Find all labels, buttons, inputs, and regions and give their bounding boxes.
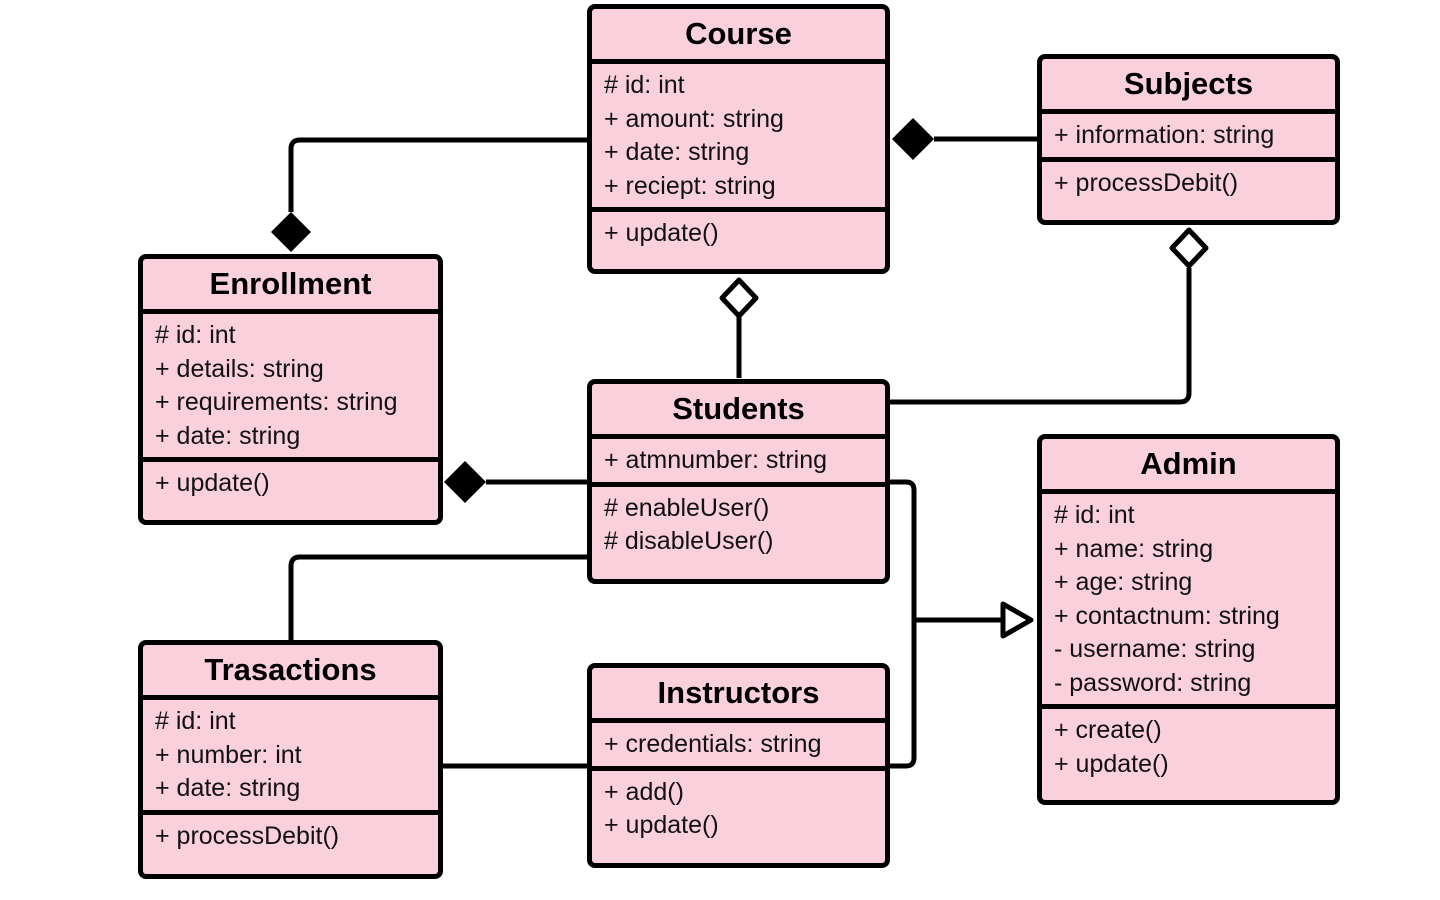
connector-students-trasactions [288,554,587,640]
methods-section: # enableUser() # disableUser() [592,481,885,563]
attribute: # id: int [155,707,236,735]
methods-section: + create() + update() [1042,704,1335,785]
aggregation-diamond-icon [719,277,759,319]
methods-section: + processDebit() [143,809,438,858]
method: + update() [155,469,270,497]
methods-section: + processDebit() [1042,156,1335,205]
attribute: + reciept: string [604,171,776,200]
attribute: + name: string [1054,534,1214,563]
method: + add() [604,777,684,806]
method: + processDebit() [155,821,340,850]
attributes-section: # id: int + details: string + requiremen… [143,314,438,457]
method: # disableUser() [604,527,774,555]
method: + create() [1054,716,1162,744]
method: + update() [604,811,719,839]
connector-course-enrollment [288,137,587,212]
class-title: Admin [1042,439,1335,494]
class-trasactions[interactable]: Trasactions # id: int + number: int + da… [138,640,443,879]
class-subjects[interactable]: Subjects + information: string + process… [1037,54,1340,225]
methods-section: + update() [592,207,885,255]
class-title: Students [592,384,885,439]
class-students[interactable]: Students + atmnumber: string # enableUse… [587,379,890,584]
attributes-section: + information: string [1042,114,1335,157]
attribute: + amount: string [604,104,784,133]
aggregation-diamond-icon [1169,227,1209,269]
attribute: + requirements: string [155,388,398,416]
methods-section: + update() [143,457,438,505]
composition-diamond-icon [892,118,934,160]
attribute: + credentials: string [604,730,822,758]
connector-students-admin [890,479,917,769]
attributes-section: # id: int + number: int + date: string [143,700,438,810]
class-course[interactable]: Course # id: int + amount: string + date… [587,4,890,274]
class-admin[interactable]: Admin # id: int + name: string + age: st… [1037,434,1340,805]
class-title: Enrollment [143,259,438,314]
composition-diamond-icon [444,461,486,503]
attribute: + atmnumber: string [604,446,828,474]
attributes-section: # id: int + name: string + age: string +… [1042,494,1335,704]
attribute: + date: string [155,774,301,802]
class-enrollment[interactable]: Enrollment # id: int + details: string +… [138,254,443,525]
methods-section: + add() + update() [592,765,885,847]
class-title: Trasactions [143,645,438,700]
attribute: - password: string [1054,668,1252,697]
class-title: Instructors [592,668,885,723]
attribute: + date: string [155,421,301,450]
method: + update() [1054,749,1169,778]
connector-students-subjects [890,268,1192,405]
method: # enableUser() [604,493,770,522]
attribute: + number: int [155,740,302,769]
attributes-section: + atmnumber: string [592,439,885,482]
method: + processDebit() [1054,168,1239,197]
attribute: + details: string [155,354,324,383]
attributes-section: + credentials: string [592,723,885,766]
class-title: Course [592,9,885,64]
attribute: # id: int [1054,501,1135,529]
attribute: + age: string [1054,568,1193,596]
attribute: # id: int [155,321,236,349]
attribute: + contactnum: string [1054,601,1280,630]
attributes-section: # id: int + amount: string + date: strin… [592,64,885,207]
attribute: # id: int [604,71,685,99]
attribute: - username: string [1054,635,1256,663]
attribute: + date: string [604,138,750,166]
method: + update() [604,219,719,247]
composition-diamond-icon [271,212,311,252]
attribute: + information: string [1054,121,1275,149]
class-instructors[interactable]: Instructors + credentials: string + add(… [587,663,890,868]
class-title: Subjects [1042,59,1335,114]
generalization-arrow-icon [1000,601,1034,639]
